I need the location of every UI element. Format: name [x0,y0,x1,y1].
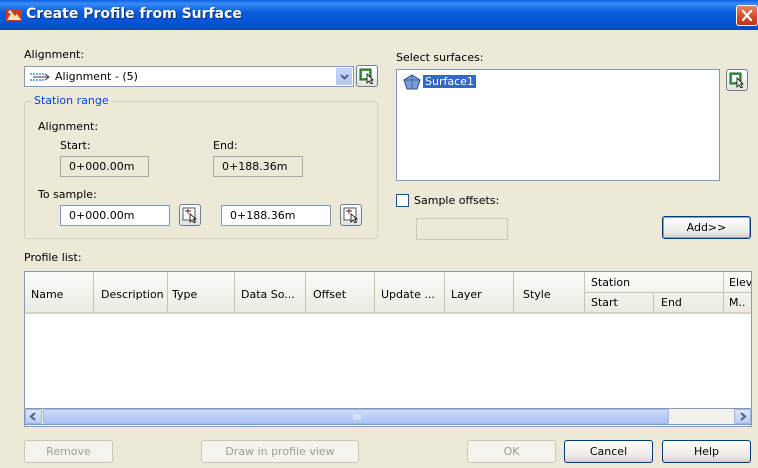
col-group-station: Station [591,276,631,289]
select-surfaces-label: Select surfaces: [396,51,484,64]
end-station-field: 0+188.36m [213,156,303,177]
col-header-update-mode[interactable]: Update ... [381,288,435,301]
add-button[interactable]: Add>> [662,216,751,239]
alignment-icon [30,73,51,81]
station-range-title: Station range [32,94,111,107]
sample-offsets-label: Sample offsets: [414,194,500,207]
to-sample-label: To sample: [38,188,97,201]
alignment-select[interactable]: Alignment - (5) [24,66,354,87]
pick-from-drawing-icon [359,68,374,84]
pick-surface-button[interactable] [726,69,748,91]
col-header-description[interactable]: Description [101,288,164,301]
title-bar[interactable]: Create Profile from Surface [0,0,758,30]
alignment-dropdown-button[interactable] [336,68,352,85]
create-profile-dialog: Create Profile from Surface Alignment: A… [0,0,758,468]
alignment-selected: Alignment - (5) [55,70,138,83]
close-button[interactable] [736,5,758,26]
col-header-name[interactable]: Name [31,288,63,301]
col-header-station-start[interactable]: Start [591,296,618,309]
profile-list-label: Profile list: [24,251,82,264]
alignment-label: Alignment: [24,48,85,61]
start-station-field: 0+000.00m [60,156,149,177]
col-header-layer[interactable]: Layer [451,288,482,301]
draw-in-profile-view-button[interactable]: Draw in profile view [201,440,359,463]
help-button[interactable]: Help [662,440,751,463]
col-header-station-end[interactable]: End [661,296,682,309]
sample-offsets-input[interactable] [416,218,508,240]
col-header-elevation-min[interactable]: M.. [729,296,745,309]
scroll-thumb[interactable] [43,409,669,424]
col-header-style[interactable]: Style [523,288,551,301]
remove-button[interactable]: Remove [24,440,113,463]
scroll-right-button[interactable] [734,409,751,424]
close-icon [741,9,753,22]
pick-from-drawing-icon [729,72,744,88]
pick-end-station-button[interactable] [340,204,362,226]
end-label: End: [213,139,238,152]
sample-start-input[interactable]: 0+000.00m [60,205,170,226]
range-alignment-label: Alignment: [38,120,99,133]
col-header-type[interactable]: Type [172,288,197,301]
col-header-data-source[interactable]: Data So... [241,288,295,301]
pick-station-icon [343,207,359,223]
grid-header: Name Description Type Data So... Offset … [25,272,751,314]
scroll-grip-icon [353,414,361,420]
horizontal-scrollbar[interactable] [24,408,752,425]
ok-button[interactable]: OK [467,440,556,463]
col-group-elevation: Elev [729,276,752,289]
profile-list-grid[interactable]: Name Description Type Data So... Offset … [24,271,752,427]
start-label: Start: [60,139,91,152]
cancel-button[interactable]: Cancel [564,440,653,463]
pick-station-icon [182,207,198,223]
surface-item-label: Surface1 [423,75,476,88]
sample-offsets-checkbox[interactable] [396,194,409,207]
scroll-left-button[interactable] [25,409,42,424]
col-header-offset[interactable]: Offset [313,288,346,301]
pick-start-station-button[interactable] [179,204,201,226]
surfaces-list[interactable]: Surface1 [396,69,720,181]
dropdown-arrow-icon [340,74,349,80]
app-icon [6,7,22,23]
pick-alignment-button[interactable] [356,65,378,87]
scroll-left-icon [29,412,36,421]
surface-icon [403,74,421,90]
dialog-title: Create Profile from Surface [26,6,242,22]
sample-end-input[interactable]: 0+188.36m [221,205,331,226]
scroll-right-icon [740,412,747,421]
